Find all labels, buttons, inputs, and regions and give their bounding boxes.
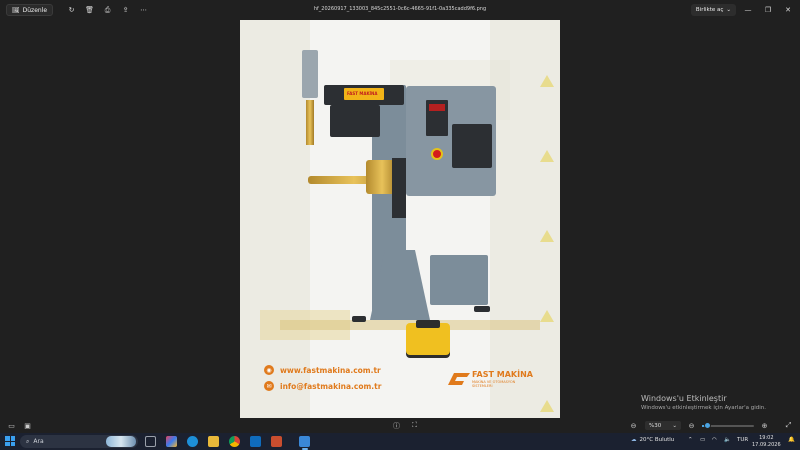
foot-left bbox=[352, 316, 366, 322]
info-icon[interactable]: ⓘ bbox=[392, 421, 401, 430]
outlook-icon[interactable] bbox=[250, 436, 261, 447]
title-bar: 🖼 Düzenle ↻ 🗑 ⎙ ⇪ ⋯ bbox=[0, 0, 800, 20]
zoom-slider[interactable] bbox=[702, 422, 754, 429]
fit-icon[interactable]: ⛶ bbox=[410, 421, 419, 430]
network-icon[interactable]: ▭ bbox=[700, 437, 705, 443]
wifi-icon[interactable]: ◠ bbox=[712, 437, 717, 443]
delete-icon[interactable]: 🗑 bbox=[85, 6, 94, 15]
activation-title: Windows'u Etkinleştir bbox=[641, 394, 727, 403]
maximize-button[interactable]: ❐ bbox=[760, 4, 776, 16]
language-indicator[interactable]: TUR bbox=[737, 437, 748, 443]
zoom-out-icon[interactable]: ⊖ bbox=[629, 421, 638, 430]
notification-bell-icon[interactable]: 🔔 bbox=[788, 437, 795, 443]
search-highlight-image bbox=[106, 436, 136, 447]
taskbar-search[interactable]: ⌕ Ara bbox=[20, 435, 138, 448]
email-text: info@fastmakina.com.tr bbox=[280, 381, 382, 391]
chrome-icon[interactable] bbox=[229, 436, 240, 447]
search-placeholder: Ara bbox=[33, 438, 44, 445]
chevron-down-icon: ⌄ bbox=[672, 422, 677, 429]
product-photo: FAST MAKİNA ◉ www.fastmakina.com.tr ✉ in… bbox=[240, 20, 560, 418]
brand-mark-icon bbox=[448, 373, 470, 385]
website-text: www.fastmakina.com.tr bbox=[280, 365, 381, 375]
copilot-icon[interactable] bbox=[166, 436, 177, 447]
website-row: ◉ www.fastmakina.com.tr bbox=[264, 365, 381, 375]
lower-arm-bracket bbox=[392, 158, 406, 218]
start-button[interactable] bbox=[5, 436, 15, 446]
mail-icon: ✉ bbox=[264, 381, 274, 391]
taskbar: ⌕ Ara ☁ 20°C Bulutlu ⌃ ▭ ◠ 🔈 TUR 19:02 1… bbox=[0, 433, 800, 450]
minimize-button[interactable]: — bbox=[740, 4, 756, 16]
search-icon: ⌕ bbox=[26, 437, 30, 445]
globe-icon: ◉ bbox=[264, 365, 274, 375]
clock[interactable]: 19:02 17.09.2026 bbox=[752, 435, 781, 448]
pedal-cover bbox=[416, 320, 440, 328]
brand-tagline: MAKİNA VE OTOMASYON SİSTEMLERİ bbox=[472, 380, 516, 388]
task-view-icon[interactable] bbox=[145, 436, 156, 447]
edit-button[interactable]: 🖼 Düzenle bbox=[6, 4, 54, 16]
chevron-down-icon: ⌄ bbox=[726, 7, 731, 13]
zoom-slider-thumb[interactable] bbox=[703, 422, 711, 429]
more-icon[interactable]: ⋯ bbox=[139, 6, 148, 15]
open-with-button[interactable]: Birlikte aç ⌄ bbox=[690, 4, 736, 16]
machine-label-plate: FAST MAKİNA bbox=[344, 88, 384, 100]
rotate-icon[interactable]: ↻ bbox=[67, 6, 76, 15]
print-icon[interactable]: ⎙ bbox=[103, 6, 112, 15]
emergency-stop-button bbox=[431, 148, 443, 160]
edge-icon[interactable] bbox=[187, 436, 198, 447]
store-app-icon[interactable] bbox=[271, 436, 282, 447]
activation-subtitle: Windows'u etkinleştirmek için Ayarlar'a … bbox=[641, 405, 766, 411]
open-with-label: Birlikte aç bbox=[695, 7, 724, 13]
machine-label: FAST MAKİNA bbox=[347, 91, 378, 96]
zoom-value: %30 bbox=[649, 422, 662, 429]
cloud-icon: ☁ bbox=[631, 437, 637, 443]
upper-electrode bbox=[306, 100, 314, 145]
volume-icon[interactable]: 🔈 bbox=[724, 437, 731, 443]
brand-name: FAST MAKİNA bbox=[472, 370, 533, 379]
zoom-out-small-icon[interactable]: ⊖ bbox=[687, 421, 696, 430]
slideshow-icon[interactable]: ▣ bbox=[23, 421, 32, 430]
weather-widget[interactable]: ☁ 20°C Bulutlu bbox=[631, 437, 674, 443]
photos-icon[interactable] bbox=[299, 436, 310, 447]
weather-text: 20°C Bulutlu bbox=[639, 437, 675, 443]
image-canvas[interactable]: FAST MAKİNA ◉ www.fastmakina.com.tr ✉ in… bbox=[0, 20, 800, 418]
fullscreen-icon[interactable]: ⤢ bbox=[784, 421, 793, 430]
brand-logo: FAST MAKİNA MAKİNA VE OTOMASYON SİSTEMLE… bbox=[446, 370, 536, 390]
rear-base bbox=[430, 255, 488, 305]
viewer-toolbar: ▭ ▣ ⓘ ⛶ ⊖ %30 ⌄ ⊖ ⊕ ⤢ bbox=[0, 418, 800, 433]
edit-icon: 🖼 bbox=[12, 6, 20, 14]
edit-label: Düzenle bbox=[22, 6, 48, 14]
control-display bbox=[429, 104, 445, 111]
file-explorer-icon[interactable] bbox=[208, 436, 219, 447]
email-row: ✉ info@fastmakina.com.tr bbox=[264, 381, 381, 391]
side-panel bbox=[452, 124, 492, 168]
foot-right bbox=[474, 306, 490, 312]
share-icon[interactable]: ⇪ bbox=[121, 6, 130, 15]
pneumatic-cylinder bbox=[302, 50, 318, 98]
chevron-up-icon[interactable]: ⌃ bbox=[688, 437, 693, 443]
zoom-select[interactable]: %30 ⌄ bbox=[645, 421, 681, 430]
zoom-in-icon[interactable]: ⊕ bbox=[760, 421, 769, 430]
windows-logo-icon bbox=[5, 436, 10, 441]
clock-date: 17.09.2026 bbox=[752, 441, 781, 448]
filmstrip-icon[interactable]: ▭ bbox=[7, 421, 16, 430]
transformer-block bbox=[330, 105, 380, 137]
close-button[interactable]: ✕ bbox=[780, 4, 796, 16]
